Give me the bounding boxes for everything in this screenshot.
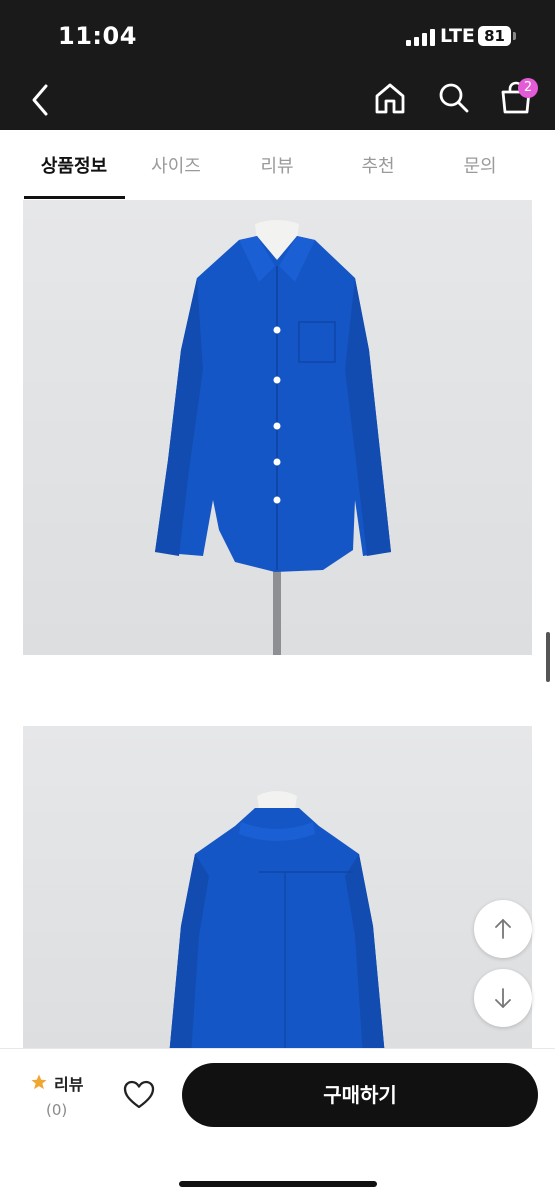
scroll-up-button[interactable] [474, 900, 532, 958]
top-bar: 11:04 LTE 81 2 [0, 0, 555, 130]
cart-count-badge: 2 [518, 78, 538, 98]
arrow-up-icon [495, 919, 511, 939]
status-bar: 11:04 LTE 81 [0, 0, 555, 70]
active-tab-indicator [24, 196, 125, 199]
navigation-row: 2 [0, 70, 555, 130]
home-button[interactable] [372, 80, 408, 116]
review-count: (0) [46, 1101, 68, 1119]
battery-level: 81 [484, 27, 505, 45]
battery-icon: 81 [478, 26, 511, 46]
signal-icon [406, 28, 436, 46]
tab-review[interactable]: 리뷰 [227, 152, 327, 178]
back-button[interactable] [26, 80, 56, 120]
product-tabs: 상품정보 사이즈 리뷰 추천 문의 [0, 130, 555, 200]
scroll-down-button[interactable] [474, 969, 532, 1027]
search-icon [439, 83, 469, 113]
search-button[interactable] [436, 80, 472, 116]
bottom-action-bar: 리뷰 (0) 구매하기 [0, 1048, 555, 1200]
star-icon [31, 1074, 47, 1090]
product-detail-screen: 11:04 LTE 81 2 상품정보 사이즈 리뷰 추천 문의 리뷰 (0) … [0, 0, 555, 1200]
battery-tip [513, 32, 516, 40]
wishlist-button[interactable] [122, 1079, 156, 1111]
tab-size[interactable]: 사이즈 [126, 152, 226, 178]
home-icon [375, 83, 405, 114]
chevron-left-icon [32, 84, 48, 116]
status-time: 11:04 [58, 22, 137, 50]
scrollbar[interactable] [546, 632, 550, 682]
tab-inquiry[interactable]: 문의 [430, 152, 530, 178]
network-type: LTE [440, 25, 475, 47]
home-indicator [179, 1181, 377, 1187]
arrow-down-icon [495, 988, 511, 1008]
tab-product-info[interactable]: 상품정보 [24, 152, 124, 178]
product-image-back [23, 726, 532, 1056]
heart-icon [123, 1080, 155, 1109]
product-image-front [23, 200, 532, 655]
review-label[interactable]: 리뷰 [54, 1071, 83, 1095]
tab-recommend[interactable]: 추천 [328, 152, 428, 178]
buy-button[interactable]: 구매하기 [182, 1063, 538, 1127]
